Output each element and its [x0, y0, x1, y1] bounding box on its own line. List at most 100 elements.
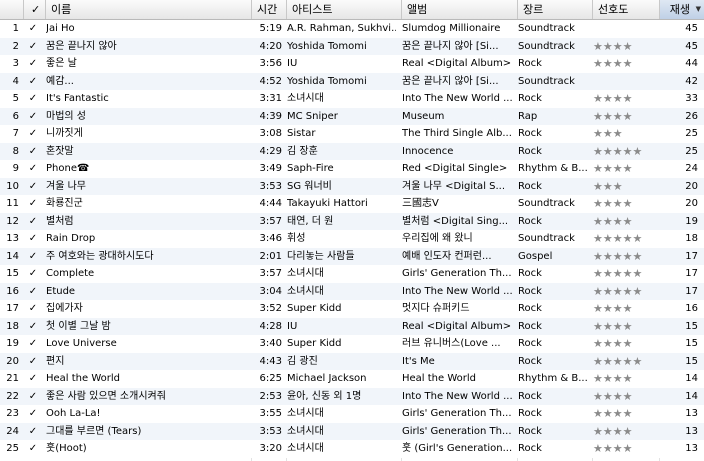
table-row[interactable]: 4 ✓ 예감... 4:52 Yoshida Tomomi 꿈은 끝나지 않아 [Si..…: [0, 72, 704, 91]
track-rating[interactable]: ★★★★★: [593, 230, 659, 248]
track-number: 23: [6, 408, 19, 419]
track-album: 러브 유니버스(Love ...: [402, 338, 501, 349]
table-row[interactable]: 7 ✓ 니까짓게 3:08 Sistar The Third Single Alb... R…: [0, 125, 704, 143]
track-rating[interactable]: ★★★★: [593, 388, 659, 406]
table-row[interactable]: 5 ✓ It's Fantastic 3:31 소녀시대 Into The New Wor…: [0, 90, 704, 108]
track-album: Girls' Generation Th...: [402, 268, 512, 279]
column-header-name[interactable]: 이름: [46, 0, 252, 19]
track-rating[interactable]: ★★★: [593, 125, 659, 143]
track-rating[interactable]: ★★★★★: [593, 353, 659, 371]
track-rating[interactable]: [593, 73, 659, 91]
track-time: 3:53: [259, 425, 282, 437]
track-checkbox[interactable]: ✓: [24, 353, 42, 371]
track-rating[interactable]: ★★★★: [593, 213, 659, 231]
column-header-number[interactable]: [0, 0, 24, 19]
track-rating[interactable]: ★★★★: [593, 55, 659, 73]
track-plays: 44: [685, 58, 698, 69]
track-plays: 24: [685, 163, 698, 174]
track-checkbox[interactable]: ✓: [24, 300, 42, 318]
track-album: It's Me: [402, 355, 435, 367]
track-checkbox[interactable]: ✓: [24, 125, 42, 143]
track-checkbox[interactable]: ✓: [24, 38, 42, 56]
table-row[interactable]: 25 ✓ 훗(Hoot) 3:20 소녀시대 훗 (Girl's Generation..…: [0, 440, 704, 458]
track-rating[interactable]: ★★★★: [593, 300, 659, 318]
track-checkbox[interactable]: ✓: [24, 370, 42, 388]
track-checkbox[interactable]: ✓: [24, 265, 42, 283]
table-row[interactable]: 10 ✓ 겨울 나무 3:53 SG 워너비 겨울 나무 <Digital S... Roc…: [0, 177, 704, 196]
column-header-time[interactable]: 시간: [252, 0, 287, 19]
track-rating[interactable]: ★★★★★: [593, 283, 659, 301]
table-row[interactable]: 16 ✓ Etude 3:04 소녀시대 Into The New World ... Ro…: [0, 282, 704, 301]
track-checkbox[interactable]: ✓: [24, 423, 42, 441]
track-checkbox[interactable]: ✓: [24, 195, 42, 213]
track-checkbox[interactable]: ✓: [24, 143, 42, 161]
table-row[interactable]: 8 ✓ 혼잣말 4:29 김 장훈 Innocence Rock ★★★★★ 25: [0, 142, 704, 161]
track-checkbox[interactable]: ✓: [24, 230, 42, 248]
track-checkbox[interactable]: ✓: [24, 388, 42, 406]
track-checkbox[interactable]: ✓: [24, 318, 42, 336]
track-time: 4:29: [259, 145, 282, 157]
column-header-check[interactable]: ✓: [24, 0, 46, 19]
column-header-plays[interactable]: 재생 ▼: [660, 0, 704, 19]
track-rating[interactable]: ★★★★: [593, 195, 659, 213]
track-genre: Soundtrack: [518, 233, 575, 244]
track-checkbox[interactable]: ✓: [24, 335, 42, 353]
track-rating[interactable]: ★★★★★: [593, 248, 659, 266]
table-row[interactable]: 23 ✓ Ooh La-La! 3:55 소녀시대 Girls' Generation T…: [0, 405, 704, 423]
column-header-genre[interactable]: 장르: [518, 0, 593, 19]
track-rating[interactable]: ★★★★★: [593, 265, 659, 283]
track-checkbox[interactable]: ✓: [24, 248, 42, 266]
track-checkbox[interactable]: ✓: [24, 73, 42, 91]
track-rating[interactable]: ★★★★: [593, 335, 659, 353]
table-row[interactable]: 12 ✓ 별처럼 3:57 태연, 더 원 별처럼 <Digital Sing... Roc…: [0, 212, 704, 231]
track-name: 마법의 성: [46, 110, 86, 122]
column-header-rating[interactable]: 선호도: [593, 0, 660, 19]
track-rating[interactable]: ★★★★: [593, 108, 659, 126]
track-rating[interactable]: [593, 20, 659, 38]
track-rating[interactable]: ★★★★: [593, 90, 659, 108]
track-checkbox[interactable]: ✓: [24, 405, 42, 423]
track-checkbox[interactable]: ✓: [24, 213, 42, 231]
table-row[interactable]: 15 ✓ Complete 3:57 소녀시대 Girls' Generation Th.…: [0, 265, 704, 283]
track-checkbox[interactable]: ✓: [24, 160, 42, 178]
track-checkbox[interactable]: ✓: [24, 90, 42, 108]
track-checkbox[interactable]: ✓: [24, 20, 42, 38]
table-row[interactable]: 9 ✓ Phone☎ 3:49 Saph-Fire Red <Digital Single…: [0, 160, 704, 178]
track-rating[interactable]: ★★★★: [593, 423, 659, 441]
column-header-artist[interactable]: 아티스트: [287, 0, 402, 19]
table-row[interactable]: 18 ✓ 첫 이별 그날 밤 4:28 IU Real <Digital Album> Ro…: [0, 317, 704, 336]
table-row[interactable]: 1 ✓ Jai Ho 5:19 A.R. Rahman, Sukhvi... Slumdo…: [0, 20, 704, 38]
track-rating[interactable]: ★★★★: [593, 370, 659, 388]
table-row[interactable]: 3 ✓ 좋은 날 3:56 IU Real <Digital Album> Rock ★★★★…: [0, 55, 704, 73]
table-row[interactable]: 2 ✓ 꿈은 끝나지 않아 4:20 Yoshida Tomomi 꿈은 끝나지 않아 […: [0, 37, 704, 56]
track-number: 16: [6, 285, 19, 297]
column-header-album[interactable]: 앨범: [402, 0, 518, 19]
track-artist: IU: [287, 320, 298, 332]
track-rating[interactable]: ★★★★: [593, 318, 659, 336]
table-row[interactable]: 19 ✓ Love Universe 3:40 Super Kidd 러브 유니버스(Lo…: [0, 335, 704, 353]
track-artist: A.R. Rahman, Sukhvi...: [287, 23, 396, 34]
track-checkbox[interactable]: ✓: [24, 178, 42, 196]
track-checkbox[interactable]: ✓: [24, 283, 42, 301]
track-rating[interactable]: ★★★★★: [593, 143, 659, 161]
table-row[interactable]: 21 ✓ Heal the World 6:25 Michael Jackson Heal…: [0, 370, 704, 388]
track-rating[interactable]: ★★★★: [593, 405, 659, 423]
track-name: 예감...: [46, 75, 74, 87]
track-album: 훗 (Girl's Generation...: [402, 443, 513, 454]
table-row[interactable]: 13 ✓ Rain Drop 3:46 휘성 우리집에 왜 왔니 Soundtrack ★★★…: [0, 230, 704, 248]
track-rating[interactable]: ★★★★: [593, 38, 659, 56]
table-row[interactable]: 6 ✓ 마법의 성 4:39 MC Sniper Museum Rap ★★★★ 26: [0, 107, 704, 126]
track-checkbox[interactable]: ✓: [24, 440, 42, 458]
table-row[interactable]: 14 ✓ 주 여호와는 광대하시도다 2:01 다리놓는 사람들 예배 인도자 컨퍼런..…: [0, 247, 704, 266]
track-checkbox[interactable]: ✓: [24, 108, 42, 126]
track-rating[interactable]: ★★★: [593, 178, 659, 196]
table-row[interactable]: 20 ✓ 편지 4:43 김 광진 It's Me Rock ★★★★★ 15: [0, 352, 704, 371]
table-row[interactable]: 17 ✓ 집에가자 3:52 Super Kidd 멋지다 슈퍼키드 Rock ★★★★ 16: [0, 300, 704, 318]
track-rating[interactable]: ★★★★: [593, 440, 659, 458]
track-checkbox[interactable]: ✓: [24, 55, 42, 73]
table-row[interactable]: 22 ✓ 좋은 사람 있으면 소개시켜줘 2:53 윤아, 신동 외 1명 Into Th…: [0, 387, 704, 406]
table-row[interactable]: 11 ✓ 화룡진군 4:44 Takayuki Hattori 三國志V Soundtrac…: [0, 195, 704, 213]
table-row[interactable]: 24 ✓ 그대를 부르면 (Tears) 3:53 소녀시대 Girls' Generat…: [0, 422, 704, 441]
track-album: Heal the World: [402, 373, 477, 384]
track-rating[interactable]: ★★★★: [593, 160, 659, 178]
